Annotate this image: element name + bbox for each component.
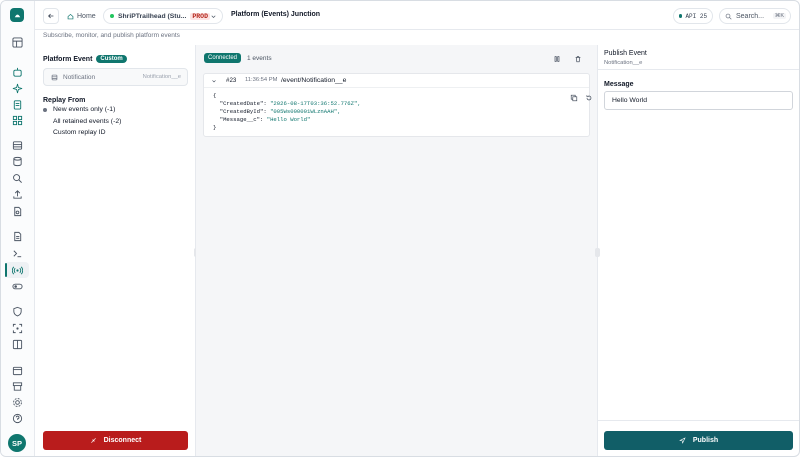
help-icon[interactable] <box>10 411 24 425</box>
event-card: #23 11:36:54 PM /event/Notification__e {… <box>203 73 593 137</box>
search-placeholder: Search... <box>736 12 765 20</box>
message-label: Message <box>604 81 634 88</box>
layout-icon[interactable] <box>10 35 24 49</box>
subscribe-panel: Platform Event Custom Notification Notif… <box>35 45 196 456</box>
toggle-icon[interactable] <box>10 279 24 293</box>
event-channel: /event/Notification__e <box>281 77 347 84</box>
table-icon[interactable] <box>10 138 24 152</box>
publish-button[interactable]: Publish <box>604 431 793 450</box>
selected-event-api: Notification__e <box>142 74 181 80</box>
document-icon[interactable] <box>10 229 24 243</box>
replay-option-all[interactable]: All retained events (-2) <box>53 118 121 125</box>
org-switcher[interactable]: ShriPTrailhead (Stu... PROD <box>103 8 223 24</box>
avatar[interactable]: SP <box>8 434 26 452</box>
selected-event-label: Notification <box>63 73 96 81</box>
shield-icon[interactable] <box>10 304 24 318</box>
event-count: 1 events <box>247 55 272 62</box>
platform-event-select[interactable]: Notification Notification__e <box>43 68 188 86</box>
scan-icon[interactable] <box>10 321 24 335</box>
event-time: 11:36:54 PM <box>245 77 278 83</box>
archive-icon[interactable] <box>10 379 24 393</box>
publish-title: Publish Event <box>604 50 647 57</box>
home-link[interactable]: Home <box>63 8 99 24</box>
event-number: #23 <box>226 77 237 84</box>
search-input[interactable]: Search... ⌘K <box>719 8 791 24</box>
replay-option-custom[interactable]: Custom replay ID <box>53 129 106 136</box>
org-env-tag: PROD <box>190 12 210 20</box>
replay-option-new[interactable]: New events only (-1) <box>43 106 115 113</box>
event-stream-panel: Connected 1 events #23 11:36:54 PM /even… <box>196 45 598 456</box>
chevron-down-icon <box>212 80 216 83</box>
search-icon <box>725 13 732 20</box>
sparkle-icon[interactable] <box>10 81 24 95</box>
publish-event-api: Notification__e <box>604 60 643 66</box>
org-name: ShriPTrailhead (Stu... <box>118 12 187 20</box>
copy-icon[interactable] <box>570 94 578 102</box>
platform-event-label: Platform Event <box>43 55 93 63</box>
org-status-dot <box>110 14 114 18</box>
home-icon <box>67 13 74 19</box>
bot-icon[interactable] <box>10 65 24 79</box>
api-version-label: API 25 <box>685 12 708 20</box>
replay-option-label: New events only (-1) <box>53 106 116 113</box>
page-title: Platform (Events) Junction <box>231 11 321 18</box>
pause-icon[interactable] <box>553 55 561 63</box>
api-status-dot <box>678 14 683 18</box>
calendar-icon[interactable] <box>10 363 24 377</box>
divider <box>598 420 799 421</box>
arrow-left-icon <box>48 13 54 19</box>
api-version-badge[interactable]: API 25 <box>673 8 713 24</box>
top-bar: Home ShriPTrailhead (Stu... PROD Platfor… <box>35 1 799 30</box>
icon-rail: SP <box>1 1 35 456</box>
terminal-icon[interactable] <box>10 246 24 260</box>
compare-icon[interactable] <box>10 337 24 351</box>
radio-selected-dot <box>43 107 47 112</box>
database-icon[interactable] <box>10 154 24 168</box>
zoom-icon[interactable] <box>10 171 24 185</box>
replay-option-label: All retained events (-2) <box>53 118 122 125</box>
unplug-icon <box>90 438 96 443</box>
payload-line: "CreatedById": "005Ws000001WLznAAH", <box>213 108 341 115</box>
active-item-bar <box>5 263 7 277</box>
app-window: SP Home ShriPTrailhead (Stu... PROD Plat… <box>0 0 800 457</box>
publish-label: Publish <box>692 437 719 444</box>
disconnect-button[interactable]: Disconnect <box>43 431 188 450</box>
list-icon <box>51 74 58 80</box>
replay-icon[interactable] <box>585 94 593 102</box>
home-label: Home <box>77 12 96 20</box>
send-icon <box>678 437 686 444</box>
search-shortcut: ⌘K <box>772 13 786 19</box>
upload-icon[interactable] <box>10 187 24 201</box>
publish-panel: Publish Event Notification__e Message He… <box>598 45 799 456</box>
replay-option-label: Custom replay ID <box>53 129 106 136</box>
payload-line: } <box>213 124 217 131</box>
payload-line: { <box>213 92 217 99</box>
event-card-header[interactable]: #23 11:36:54 PM /event/Notification__e <box>204 74 589 88</box>
chevron-down-icon <box>211 15 216 18</box>
disconnect-label: Disconnect <box>103 437 142 444</box>
divider <box>598 69 799 70</box>
file-search-icon[interactable] <box>10 204 24 218</box>
trash-icon[interactable] <box>574 55 582 63</box>
custom-badge: Custom <box>96 55 127 63</box>
replay-from-label: Replay From <box>43 97 86 104</box>
apps-grid-icon[interactable] <box>10 113 24 127</box>
status-badge: Connected <box>204 53 242 63</box>
clipboard-icon[interactable] <box>10 97 24 111</box>
back-button[interactable] <box>43 8 59 24</box>
payload-line: "Message__c": "Hello World" <box>213 116 311 123</box>
event-payload: { "CreatedDate": "2026-08-17T03:36:52.77… <box>213 92 361 132</box>
page-subtitle: Subscribe, monitor, and publish platform… <box>43 32 180 39</box>
settings-icon[interactable] <box>10 395 24 409</box>
message-field[interactable]: Hello World <box>604 91 793 110</box>
broadcast-icon[interactable] <box>10 263 24 277</box>
payload-line: "CreatedDate": "2026-08-17T03:36:52.776Z… <box>213 100 361 107</box>
app-logo-icon[interactable] <box>10 8 24 22</box>
